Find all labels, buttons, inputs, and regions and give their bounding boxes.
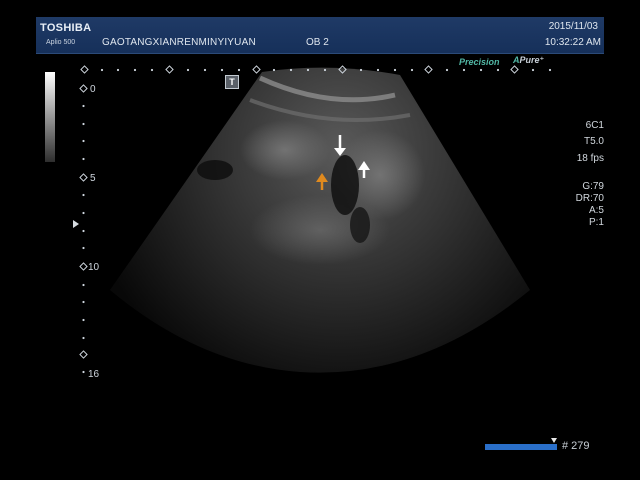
brand-logo: TOSHIBA	[40, 22, 92, 34]
param-fps: 18 fps	[576, 153, 604, 164]
exam-preset: OB 2	[306, 37, 329, 48]
depth-label-16: 16	[88, 369, 100, 380]
depth-label-0: 0	[90, 84, 96, 95]
hospital-name: GAOTANGXIANRENMINYIYUAN	[102, 37, 256, 48]
param-dynamic-range: DR:70	[575, 193, 604, 204]
exam-time: 10:32:22 AM	[544, 37, 601, 48]
dark-structure	[331, 155, 359, 215]
grayscale-bar	[45, 72, 55, 162]
focus-marker-icon	[73, 220, 79, 228]
param-a: A:5	[588, 205, 604, 216]
precision-tag: Precision	[459, 57, 500, 67]
depth-label-5: 5	[90, 173, 96, 184]
depth-label-10: 10	[88, 262, 100, 273]
apure-rest: Pure⁺	[519, 55, 545, 65]
depth-scale: 0 5 10 16	[79, 84, 100, 380]
frame-counter: # 279	[562, 440, 590, 452]
transducer-orientation-marker: T	[225, 75, 239, 89]
param-gain: G:79	[582, 181, 604, 192]
cine-position-marker-icon[interactable]	[551, 438, 557, 443]
param-p: P:1	[588, 217, 604, 228]
header-bar: TOSHIBA Aplio 500 GAOTANGXIANRENMINYIYUA…	[36, 17, 604, 54]
apure-tag: APure⁺	[513, 55, 544, 66]
param-thi: T5.0	[583, 136, 604, 147]
cine-progress-bar[interactable]	[485, 444, 557, 450]
param-probe: 6C1	[585, 120, 604, 131]
model-name: Aplio 500	[46, 39, 76, 46]
exam-date: 2015/11/03	[548, 21, 598, 32]
